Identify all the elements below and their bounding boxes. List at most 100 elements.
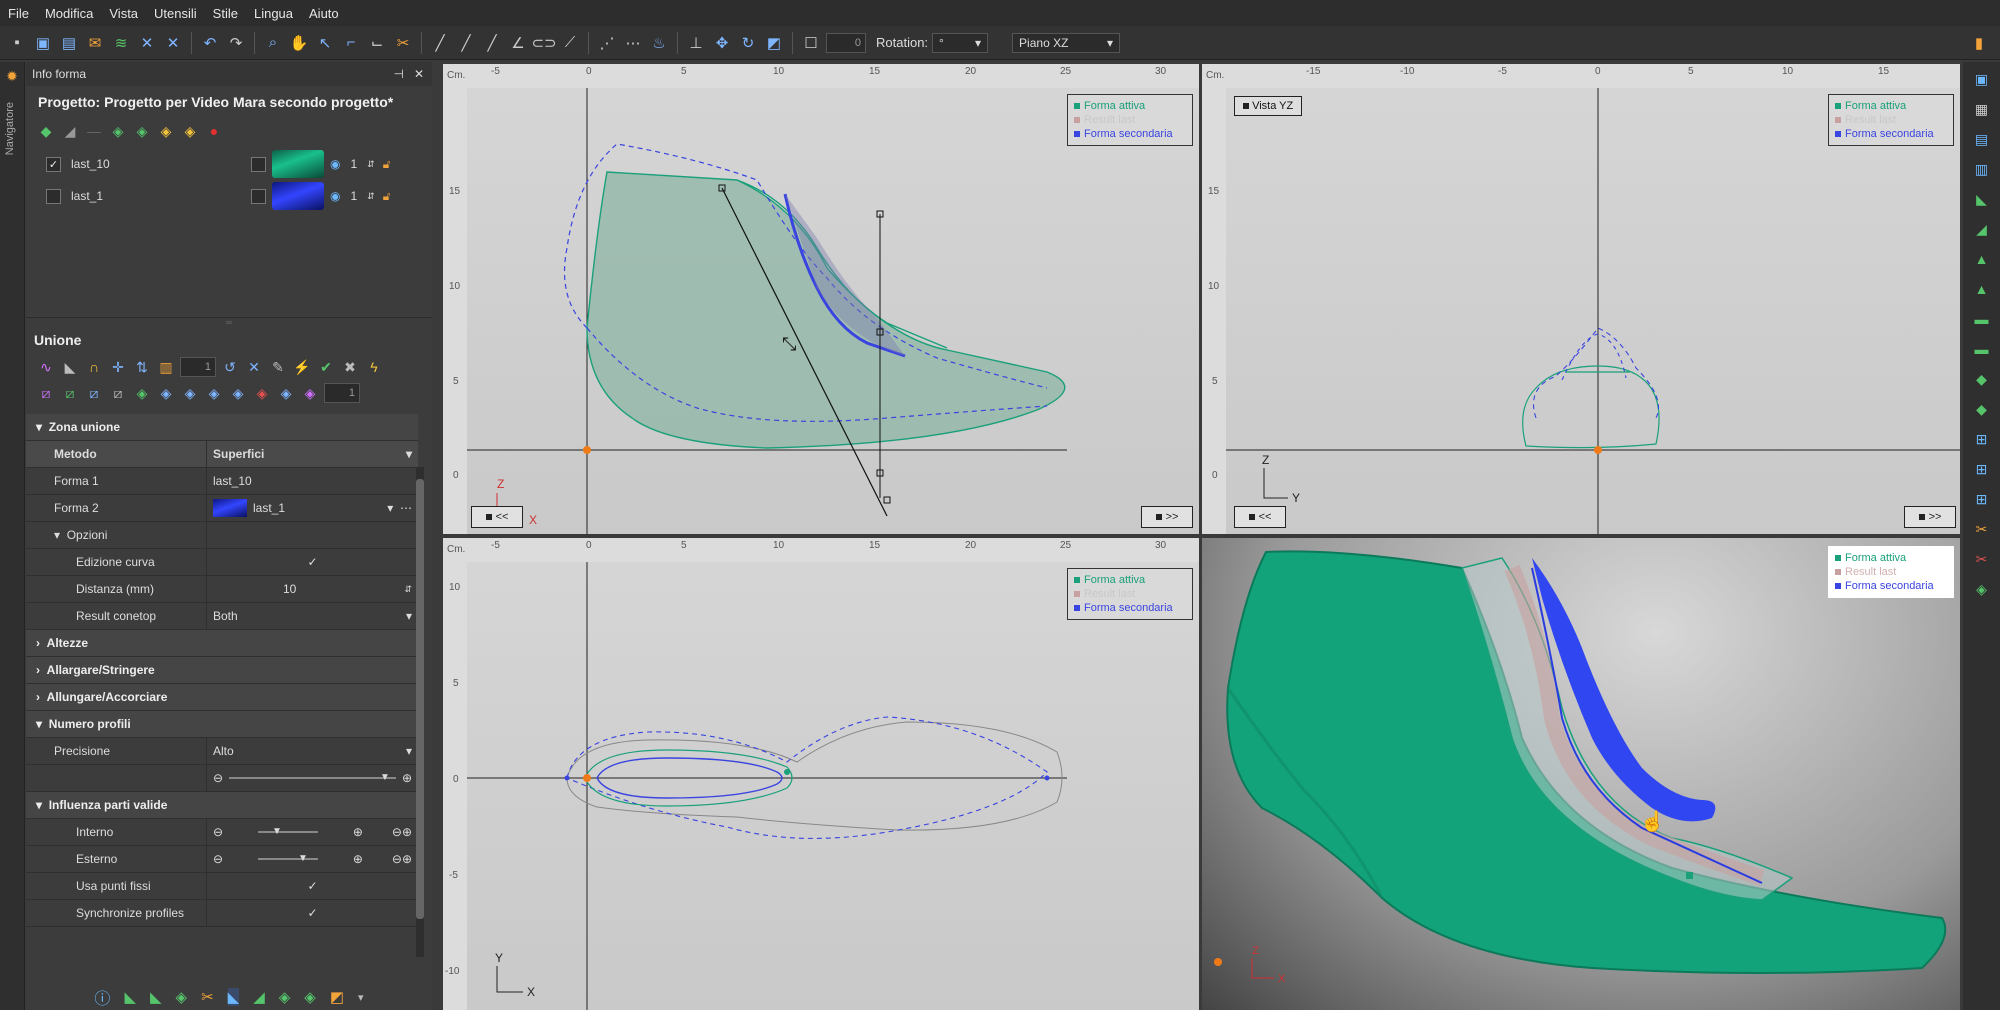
bt-tool6-icon[interactable]: ◢ <box>253 988 265 1006</box>
tools-icon[interactable]: ✂ <box>1971 518 1993 540</box>
viewport-xy[interactable]: Cm. -5 0 5 10 15 20 25 30 10 5 0 -5 -10 … <box>443 538 1199 1010</box>
property-scrollbar[interactable] <box>416 467 424 957</box>
chevron-down-icon[interactable]: ▾ <box>358 991 364 1004</box>
union-spinner-2[interactable]: 1 <box>324 383 360 403</box>
cancel-icon[interactable]: ✖ <box>340 357 360 377</box>
profile10-icon[interactable]: ◈ <box>252 383 272 403</box>
usa-punti-checkbox[interactable]: ✓ <box>268 879 358 893</box>
profile9-icon[interactable]: ◈ <box>228 383 248 403</box>
slider-handle[interactable]: ▼ <box>272 826 282 837</box>
bt-tool1-icon[interactable]: ◣ <box>124 988 136 1006</box>
profile4-icon[interactable]: ⧄ <box>108 383 128 403</box>
profile5-icon[interactable]: ◈ <box>132 383 152 403</box>
esterno-slider[interactable]: ⊖ ▼ ⊕ ⊖⊕ <box>206 846 418 872</box>
edizione-checkbox[interactable]: ✓ <box>268 555 358 569</box>
split-view3-icon[interactable]: ⊞ <box>1971 488 1993 510</box>
rotate-icon[interactable]: ↻ <box>737 32 759 54</box>
plane-combo[interactable]: Piano XZ ▾ <box>1012 32 1121 53</box>
result-combo[interactable]: Both ▾ <box>206 603 418 629</box>
group-numero-profili[interactable]: ▾ Numero profili <box>26 711 418 738</box>
shoe-side-icon[interactable]: ◣ <box>1971 188 1993 210</box>
secondary-point[interactable] <box>1044 775 1050 781</box>
plus-icon[interactable]: ⊕ <box>402 771 412 785</box>
group-zona-unione[interactable]: ▾ Zona unione <box>26 414 418 441</box>
pan-hand-icon[interactable]: ✋ <box>288 32 310 54</box>
calendar-icon[interactable]: ▥ <box>1971 158 1993 180</box>
redo-icon[interactable]: ↷ <box>225 32 247 54</box>
menu-aiuto[interactable]: Aiuto <box>301 6 347 21</box>
shoe-icon[interactable]: ◣ <box>60 357 80 377</box>
select-arrow-icon[interactable]: ↖ <box>314 32 336 54</box>
shape-tool2-icon[interactable]: ◈ <box>132 121 152 141</box>
bt-tool8-icon[interactable]: ◈ <box>304 988 316 1006</box>
scale-icon[interactable]: ◩ <box>763 32 785 54</box>
link-icon[interactable]: ⊂⊃ <box>531 32 556 54</box>
slider-handle[interactable]: ▼ <box>298 853 308 864</box>
move-icon[interactable]: ✥ <box>711 32 733 54</box>
split-view-icon[interactable]: ⊞ <box>1971 428 1993 450</box>
menu-stile[interactable]: Stile <box>205 6 246 21</box>
shape-visible-checkbox[interactable] <box>46 188 61 204</box>
plus-icon[interactable]: ⊕ <box>353 852 363 866</box>
window-icon[interactable]: ▤ <box>1971 128 1993 150</box>
profile7-icon[interactable]: ◈ <box>180 383 200 403</box>
zoom-icon[interactable]: ⌕ <box>262 32 284 54</box>
menu-utensili[interactable]: Utensili <box>146 6 205 21</box>
group-allungare[interactable]: › Allungare/Accorciare <box>26 684 418 711</box>
cross-icon[interactable]: ✕ <box>244 357 264 377</box>
nav-next-button[interactable]: >> <box>1141 506 1193 528</box>
info-icon[interactable]: ⓘ <box>94 985 110 1009</box>
metodo-combo[interactable]: Superfici ▾ <box>206 441 418 467</box>
shape-visible-checkbox[interactable]: ✓ <box>46 156 61 172</box>
ruler3-icon[interactable]: ╱ <box>481 32 503 54</box>
menu-modifica[interactable]: Modifica <box>37 6 101 21</box>
viewport-xz[interactable]: Cm. -5 0 5 10 15 20 25 30 15 10 5 0 ⤡ Z … <box>443 64 1199 534</box>
curve-tool-icon[interactable]: ✕ <box>136 32 158 54</box>
nav-prev-button[interactable]: << <box>1234 506 1286 528</box>
count-spinner-icon[interactable]: ⇵ <box>367 159 375 170</box>
precisione-slider[interactable]: ⊖ ▼ ⊕ <box>206 765 418 791</box>
paste-icon[interactable]: ▥ <box>156 357 176 377</box>
value-spinner[interactable]: 0 <box>826 32 866 53</box>
last-tool-icon[interactable]: ◈ <box>1971 578 1993 600</box>
close-icon[interactable]: ✕ <box>414 67 424 81</box>
count-spinner-icon[interactable]: ⇵ <box>367 191 375 202</box>
shape-tool4-icon[interactable]: ◈ <box>180 121 200 141</box>
bt-tool9-icon[interactable]: ◩ <box>330 988 344 1006</box>
axis-icon[interactable]: ⊥ <box>685 32 707 54</box>
range-icon[interactable]: ⊖⊕ <box>392 852 412 866</box>
eye-icon[interactable]: ◉ <box>330 189 340 203</box>
checkbox-icon[interactable]: ☐ <box>800 32 822 54</box>
loop-icon[interactable]: ↺ <box>220 357 240 377</box>
lightning-icon[interactable]: ϟ <box>364 357 384 377</box>
paint-icon[interactable]: ♨ <box>648 32 670 54</box>
bt-tool2-icon[interactable]: ◣ <box>150 988 162 1006</box>
synchronize-checkbox[interactable]: ✓ <box>268 906 358 920</box>
magnet-icon[interactable]: ∩ <box>84 357 104 377</box>
ruler-icon[interactable]: ╱ <box>429 32 451 54</box>
interno-slider[interactable]: ⊖ ▼ ⊕ ⊖⊕ <box>206 819 418 845</box>
curve-icon[interactable]: ∿ <box>36 357 56 377</box>
viewport-yz[interactable]: Cm. -15 -10 -5 0 5 10 15 15 10 5 0 Z Y V… <box>1202 64 1960 534</box>
select-point-icon[interactable]: ⌐ <box>340 32 362 54</box>
fix-icon[interactable]: ⚡ <box>292 357 312 377</box>
pin-icon[interactable]: ⊣ <box>393 67 403 81</box>
scrollbar-thumb[interactable] <box>416 479 424 919</box>
secondary-point[interactable] <box>564 775 570 781</box>
export-icon[interactable]: ▤ <box>58 32 80 54</box>
xz-drawing[interactable]: ⤡ Z X <box>467 88 1199 534</box>
shape-row-last10[interactable]: ✓ last_10 ◉ 1 ⇵ 🔓︎ <box>26 148 432 180</box>
viewport-3d[interactable]: ☝ Z X Forma attiva Result last Forma sec… <box>1202 538 1960 1010</box>
minus-icon[interactable]: ⊖ <box>213 852 223 866</box>
xy-drawing[interactable]: Y X <box>467 562 1199 1010</box>
spinner-arrows-icon[interactable]: ⇵ <box>404 584 412 595</box>
profile3-icon[interactable]: ⧄ <box>84 383 104 403</box>
shoe-heel-icon[interactable]: ▬ <box>1971 338 1993 360</box>
bt-tool3-icon[interactable]: ◈ <box>176 988 188 1006</box>
yz-drawing[interactable]: Z Y <box>1226 88 1960 534</box>
active-point[interactable] <box>784 769 790 775</box>
snap2-icon[interactable]: ⋯ <box>622 32 644 54</box>
split-icon[interactable]: ⟋ <box>559 32 581 54</box>
mail-icon[interactable]: ✉ <box>84 32 106 54</box>
arrows-icon[interactable]: ⇅ <box>132 357 152 377</box>
